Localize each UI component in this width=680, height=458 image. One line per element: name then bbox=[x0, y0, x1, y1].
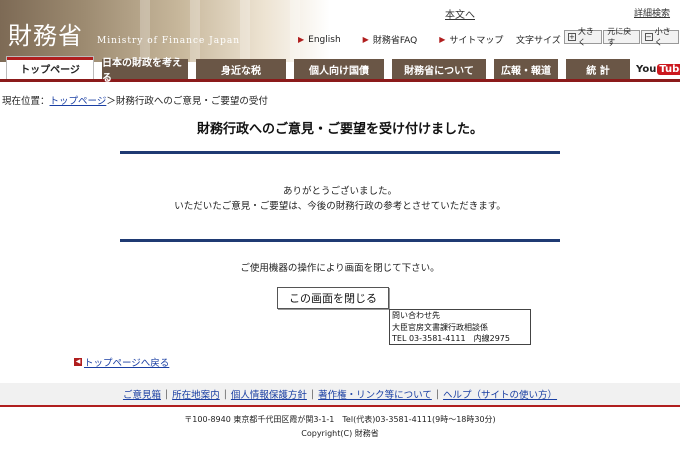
font-reset-button[interactable]: 元に戻す bbox=[603, 27, 640, 47]
footer-link-help[interactable]: ヘルプ（サイトの使い方） bbox=[443, 387, 557, 401]
site-header: 財務省 Ministry of Finance Japan 本文へ 詳細検索 ▶… bbox=[0, 0, 680, 62]
youtube-logo-you: You bbox=[636, 63, 657, 75]
tab-about-mof[interactable]: 財務省について bbox=[392, 59, 486, 79]
skip-to-main-link[interactable]: 本文へ bbox=[445, 6, 475, 21]
logo-english: Ministry of Finance Japan bbox=[97, 36, 241, 46]
footer-link-privacy[interactable]: 個人情報保護方針 bbox=[231, 387, 307, 401]
quick-links: ▶ English ▶ 財務省FAQ ▶ サイトマップ bbox=[298, 33, 525, 47]
close-window-button[interactable]: この画面を閉じる bbox=[277, 287, 389, 309]
youtube-link[interactable]: You Tube bbox=[636, 60, 680, 78]
contact-department: 大臣官房文書課行政相談係 bbox=[392, 322, 488, 332]
breadcrumb-separator: ＞ bbox=[106, 96, 116, 107]
global-nav: トップページ 日本の財政を考える 身近な税 個人向け国債 財務省について 広報・… bbox=[0, 56, 680, 84]
divider bbox=[120, 151, 560, 154]
plus-icon: + bbox=[568, 33, 576, 41]
footer-link-access[interactable]: 所在地案内 bbox=[172, 387, 220, 401]
breadcrumb-home-link[interactable]: トップページ bbox=[50, 96, 107, 107]
close-instruction: ご使用機器の操作により画面を閉じて下さい。 bbox=[240, 263, 440, 274]
breadcrumb-prefix: 現在位置： bbox=[2, 96, 50, 107]
contact-info-box: 問い合わせ先 大臣官房文書課行政相談係 TEL 03-3581-4111 内線2… bbox=[389, 309, 531, 345]
quicklink-english[interactable]: ▶ English bbox=[298, 33, 341, 46]
breadcrumb: 現在位置：トップページ＞財務行政へのご意見・ご要望の受付 bbox=[2, 93, 268, 107]
logo[interactable]: 財務省 bbox=[8, 16, 83, 51]
contact-phone: TEL 03-3581-4111 内線2975 bbox=[392, 334, 510, 343]
quicklink-faq[interactable]: ▶ 財務省FAQ bbox=[363, 33, 418, 46]
footer-rule bbox=[0, 405, 680, 407]
footer-copyright: Copyright(C) 財務省 bbox=[301, 429, 379, 438]
advanced-search-link[interactable]: 詳細検索 bbox=[634, 6, 670, 19]
breadcrumb-current: 財務行政へのご意見・ご要望の受付 bbox=[115, 96, 268, 107]
footer-address: 〒100-8940 東京都千代田区霞が関3-1-1 Tel(代表)03-3581… bbox=[184, 415, 496, 424]
tab-jgb-individual[interactable]: 個人向け国債 bbox=[294, 59, 384, 79]
font-larger-button[interactable]: + 大きく bbox=[564, 27, 603, 47]
arrow-right-icon: ▶ bbox=[439, 35, 446, 44]
footer-separator: | bbox=[310, 388, 315, 400]
footer-separator: | bbox=[435, 388, 440, 400]
font-smaller-button[interactable]: − 小さく bbox=[640, 27, 680, 47]
font-size-controls: + 大きく 元に戻す − 小さく bbox=[564, 27, 680, 47]
back-to-top-link[interactable]: トップページへ戻る bbox=[84, 355, 169, 369]
youtube-logo-tube: Tube bbox=[657, 63, 680, 75]
arrow-right-icon: ▶ bbox=[362, 35, 369, 44]
tab-statistics[interactable]: 統 計 bbox=[566, 59, 630, 79]
back-to-top: ◀ トップページへ戻る bbox=[74, 355, 169, 369]
tab-press[interactable]: 広報・報道 bbox=[494, 59, 558, 79]
arrow-right-icon: ▶ bbox=[298, 35, 305, 44]
font-size-label: 文字サイズ bbox=[516, 36, 561, 46]
tab-taxes[interactable]: 身近な税 bbox=[196, 59, 286, 79]
arrow-left-icon: ◀ bbox=[74, 358, 82, 366]
footer-separator: | bbox=[223, 388, 227, 400]
quicklink-sitemap[interactable]: ▶ サイトマップ bbox=[439, 33, 503, 46]
footer-separator: | bbox=[164, 388, 169, 400]
footer-link-copyright[interactable]: 著作権・リンク等について bbox=[318, 387, 432, 401]
tab-japan-finance[interactable]: 日本の財政を考える bbox=[102, 58, 188, 84]
minus-icon: − bbox=[644, 33, 653, 41]
thanks-detail: いただいたご意見・ご要望は、今後の財務行政の参考とさせていただきます。 bbox=[174, 201, 506, 212]
footer-links: ご意見箱 | 所在地案内 | 個人情報保護方針 | 著作権・リンク等について |… bbox=[0, 383, 680, 405]
tab-top-page[interactable]: トップページ bbox=[6, 56, 94, 79]
thanks-message: ありがとうございました。 bbox=[282, 186, 397, 197]
contact-heading: 問い合わせ先 bbox=[392, 311, 440, 320]
footer-link-opinion-box[interactable]: ご意見箱 bbox=[123, 387, 161, 401]
divider bbox=[120, 239, 560, 242]
page-title: 財務行政へのご意見・ご要望を受け付けました。 bbox=[196, 122, 483, 137]
